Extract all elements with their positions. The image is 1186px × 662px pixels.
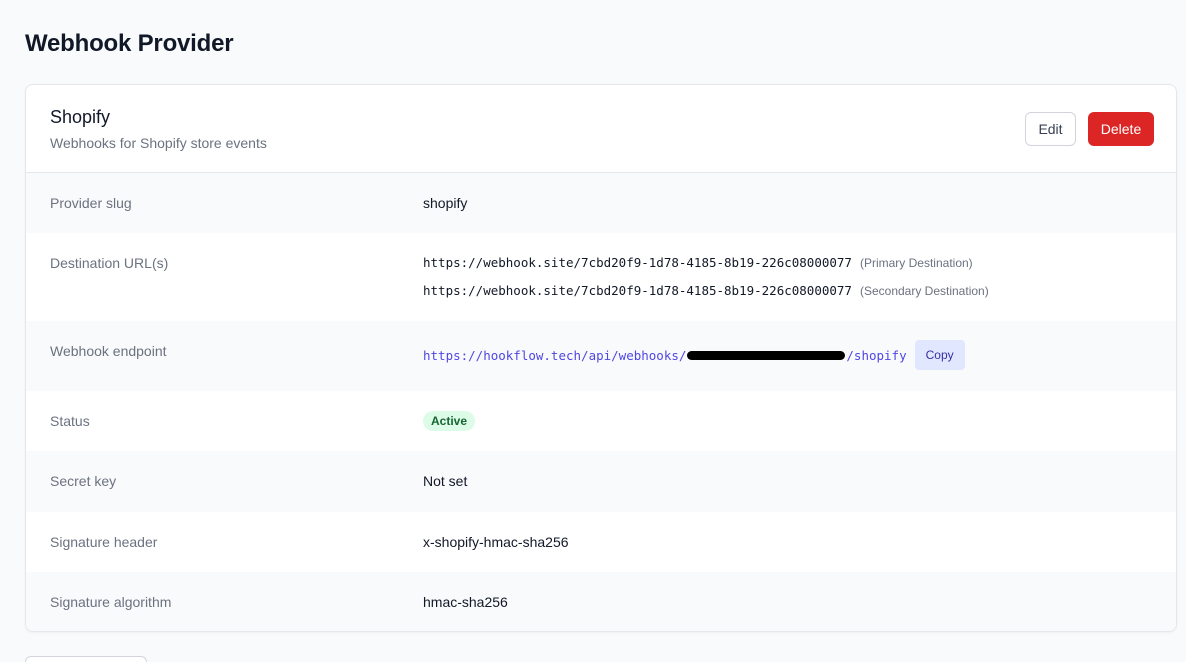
provider-name: Shopify — [50, 107, 111, 127]
secret-label: Secret key — [50, 473, 117, 489]
endpoint-url[interactable]: https://hookflow.tech/api/webhooks/ /sho… — [423, 340, 965, 370]
destination-url[interactable]: https://webhook.site/7cbd20f9-1d78-4185-… — [423, 283, 852, 298]
slug-label: Provider slug — [50, 195, 132, 211]
detail-row-slug: Provider slug shopify — [26, 173, 1176, 233]
endpoint-suffix: /shopify — [846, 347, 907, 363]
signature-header-label: Signature header — [50, 534, 158, 550]
redacted-token — [687, 350, 846, 360]
detail-row-destinations: Destination URL(s) https://webhook.site/… — [26, 233, 1176, 321]
detail-row-endpoint: Webhook endpoint https://hookflow.tech/a… — [26, 321, 1176, 391]
destinations-label: Destination URL(s) — [50, 255, 169, 271]
card-header: Shopify Webhooks for Shopify store event… — [26, 85, 1176, 173]
edit-button[interactable]: Edit — [1025, 112, 1076, 146]
signature-header-value: x-shopify-hmac-sha256 — [423, 534, 569, 550]
status-badge: Active — [423, 411, 476, 431]
copy-button[interactable]: Copy — [914, 340, 965, 370]
status-label: Status — [50, 413, 90, 429]
detail-row-signature-header: Signature header x-shopify-hmac-sha256 — [26, 512, 1176, 572]
back-button[interactable] — [25, 656, 147, 662]
detail-row-secret: Secret key Not set — [26, 451, 1176, 512]
endpoint-label: Webhook endpoint — [50, 343, 167, 359]
provider-card: Shopify Webhooks for Shopify store event… — [25, 84, 1177, 632]
destination-secondary: https://webhook.site/7cbd20f9-1d78-4185-… — [423, 283, 989, 298]
detail-row-status: Status Active — [26, 391, 1176, 451]
detail-row-signature-algorithm: Signature algorithm hmac-sha256 — [26, 572, 1176, 631]
signature-algorithm-value: hmac-sha256 — [423, 594, 508, 610]
delete-button[interactable]: Delete — [1088, 112, 1154, 146]
destination-primary: https://webhook.site/7cbd20f9-1d78-4185-… — [423, 255, 973, 270]
endpoint-prefix: https://hookflow.tech/api/webhooks/ — [423, 347, 687, 363]
destination-note: (Primary Destination) — [859, 256, 973, 270]
page-title: Webhook Provider — [25, 30, 234, 57]
signature-algorithm-label: Signature algorithm — [50, 594, 172, 610]
destination-note: (Secondary Destination) — [859, 284, 989, 298]
secret-value: Not set — [423, 473, 468, 489]
provider-description: Webhooks for Shopify store events — [50, 135, 267, 151]
destination-url[interactable]: https://webhook.site/7cbd20f9-1d78-4185-… — [423, 255, 852, 270]
slug-value: shopify — [423, 195, 468, 211]
